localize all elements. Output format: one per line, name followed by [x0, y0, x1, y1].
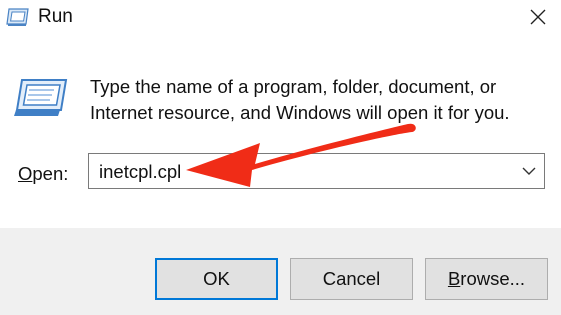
cancel-button[interactable]: Cancel — [290, 258, 413, 300]
chevron-down-icon[interactable] — [520, 163, 538, 179]
open-label: Open: — [18, 163, 68, 185]
dialog-description: Type the name of a program, folder, docu… — [90, 74, 530, 126]
browse-mnemonic: B — [447, 268, 461, 289]
run-program-icon — [14, 79, 68, 116]
open-input[interactable]: inetcpl.cpl — [99, 161, 181, 183]
open-combobox[interactable]: inetcpl.cpl — [88, 153, 545, 189]
close-icon — [530, 9, 546, 25]
ok-button[interactable]: OK — [155, 258, 278, 300]
title-bar[interactable]: Run — [0, 0, 561, 36]
window-title: Run — [38, 6, 73, 27]
run-dialog: Run Type the name of a program, folder, … — [0, 0, 561, 315]
description-line-1: Type the name of a program, folder, docu… — [90, 76, 497, 97]
open-label-mnemonic: O — [18, 163, 33, 184]
run-icon — [6, 8, 29, 26]
close-button[interactable] — [521, 2, 555, 32]
browse-label: rowse... — [460, 268, 526, 289]
browse-button[interactable]: Browse... — [425, 258, 548, 300]
description-line-2: Internet resource, and Windows will open… — [90, 102, 510, 123]
open-label-text: pen: — [32, 163, 69, 184]
